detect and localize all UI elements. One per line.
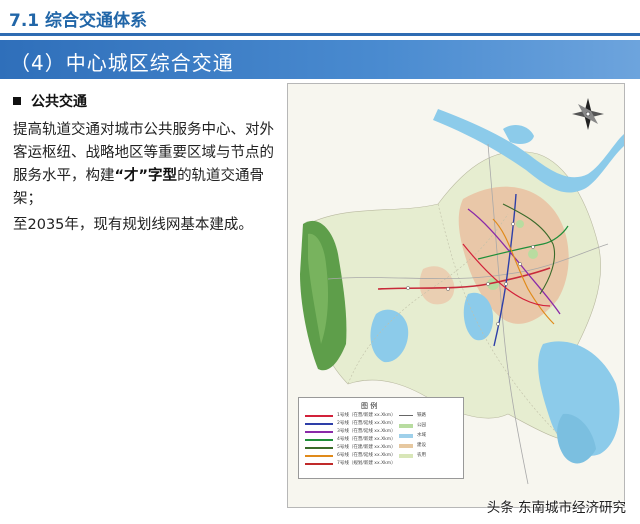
legend-swatch	[305, 447, 333, 449]
legend-item-farm: 农用	[399, 452, 459, 459]
legend-swatch	[399, 434, 413, 438]
legend-line-7: 7号线（规划/新建 xx.Xkm）	[305, 460, 455, 467]
chapter-title: 7.1 综合交通体系	[9, 11, 148, 31]
legend-swatch	[399, 454, 413, 458]
legend-swatch	[305, 439, 333, 441]
slide-header: 7.1 综合交通体系	[0, 0, 640, 38]
legend-label: 6号线（在营/延线 xx.Xkm）	[337, 453, 396, 458]
header-divider	[0, 33, 640, 36]
legend-label: 7号线（规划/新建 xx.Xkm）	[337, 461, 396, 466]
legend-label: 1号线（在营/新建 xx.Xkm）	[337, 413, 396, 418]
map-legend: 图 例 1号线（在营/新建 xx.Xkm） 2号线（在营/延线 xx.Xkm） …	[298, 397, 464, 479]
legend-item-water: 水域	[399, 432, 459, 439]
legend-label: 铁路	[417, 413, 426, 418]
legend-title: 图 例	[361, 402, 378, 410]
watermark-text: 头条 东南城市经济研究	[486, 500, 626, 516]
legend-label: 2号线（在营/延线 xx.Xkm）	[337, 421, 396, 426]
banner-title: （4）中心城区综合交通	[10, 51, 234, 75]
paragraph-rail-goal: 提高轨道交通对城市公共服务中心、对外客运枢纽、战略地区等重要区域与节点的服务水平…	[13, 119, 285, 211]
subsection-title: 公共交通	[31, 94, 87, 110]
legend-label: 水域	[417, 433, 426, 438]
legend-item-park: 公园	[399, 422, 459, 429]
subsection-heading: 公共交通	[13, 91, 87, 111]
legend-swatch	[305, 463, 333, 465]
bullet-icon	[13, 97, 21, 105]
legend-swatch	[399, 424, 413, 428]
legend-label: 建设	[417, 443, 426, 448]
legend-swatch	[305, 455, 333, 457]
legend-item-rail: 铁路	[399, 412, 459, 419]
legend-label: 公园	[417, 423, 426, 428]
legend-label: 5号线（在建/新建 xx.Xkm）	[337, 445, 396, 450]
legend-swatch	[305, 431, 333, 433]
legend-swatch	[399, 415, 413, 416]
section-banner: （4）中心城区综合交通	[0, 40, 640, 79]
paragraph-2035-target: 至2035年，现有规划线网基本建成。	[13, 217, 253, 233]
legend-label: 3号线（在营/延线 xx.Xkm）	[337, 429, 396, 434]
legend-label: 农用	[417, 453, 426, 458]
legend-swatch	[305, 423, 333, 425]
legend-swatch	[305, 415, 333, 417]
emphasis-text: “才”字型	[114, 168, 178, 184]
legend-swatch	[399, 444, 413, 448]
legend-item-built: 建设	[399, 442, 459, 449]
legend-label: 4号线（在营/新建 xx.Xkm）	[337, 437, 396, 442]
